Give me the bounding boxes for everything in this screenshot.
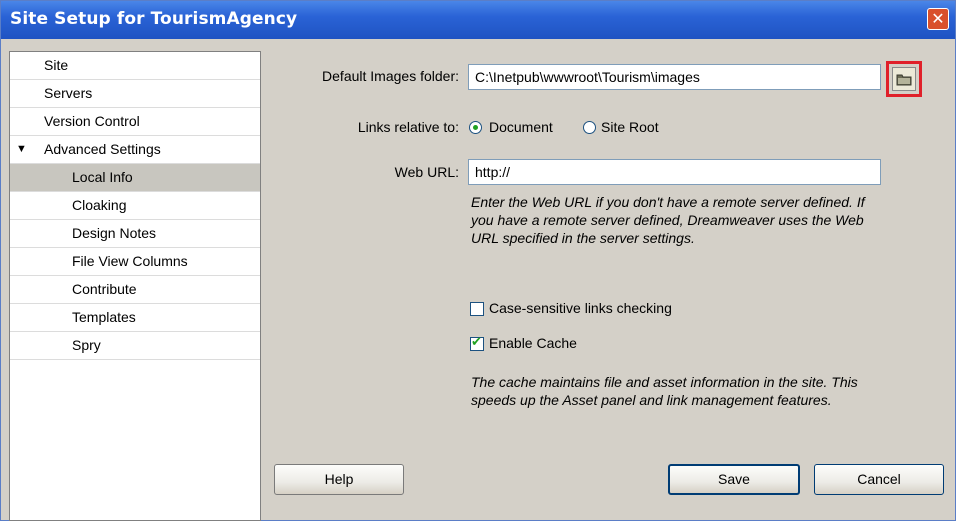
sidebar-item-label: Contribute: [72, 281, 137, 297]
web-url-help-line-1: Enter the Web URL if you don't have a re…: [471, 194, 865, 210]
sidebar-item-label: Cloaking: [72, 197, 127, 213]
cancel-button[interactable]: Cancel: [814, 464, 944, 495]
sidebar-item-local-info[interactable]: Local Info: [10, 164, 260, 192]
close-icon: ✕: [931, 9, 945, 28]
sidebar-item-templates[interactable]: Templates: [10, 304, 260, 332]
enable-cache-label[interactable]: Enable Cache: [489, 335, 577, 351]
web-url-help-line-2: you have a remote server defined, Dreamw…: [471, 212, 864, 228]
web-url-label: Web URL:: [394, 164, 459, 180]
sidebar-item-file-view-columns[interactable]: File View Columns: [10, 248, 260, 276]
sidebar-item-label: File View Columns: [72, 253, 188, 269]
sidebar-item-advanced-settings[interactable]: ▼ Advanced Settings: [10, 136, 260, 164]
sidebar-item-label: Spry: [72, 337, 101, 353]
radio-document-label[interactable]: Document: [489, 119, 553, 135]
sidebar-item-design-notes[interactable]: Design Notes: [10, 220, 260, 248]
sidebar-item-label: Servers: [44, 85, 93, 101]
sidebar-item-label: Site: [44, 57, 69, 73]
sidebar-item-label: Local Info: [72, 169, 133, 185]
folder-button-highlight: [886, 61, 922, 97]
sidebar-item-servers[interactable]: Servers: [10, 80, 260, 108]
case-sensitive-checkbox[interactable]: [470, 302, 484, 316]
help-button[interactable]: Help: [274, 464, 404, 495]
sidebar-item-site[interactable]: Site: [10, 52, 260, 80]
radio-site-root-label[interactable]: Site Root: [601, 119, 659, 135]
enable-cache-checkbox[interactable]: ✔: [470, 335, 484, 351]
expand-arrow-icon[interactable]: ▼: [16, 136, 27, 163]
browse-folder-button[interactable]: [892, 67, 916, 91]
sidebar-item-label: Version Control: [44, 113, 140, 129]
case-sensitive-label[interactable]: Case-sensitive links checking: [489, 300, 672, 316]
checkmark-icon: ✔: [471, 335, 482, 350]
dialog-title: Site Setup for TourismAgency: [10, 9, 298, 29]
default-images-field[interactable]: C:\Inetpub\wwwroot\Tourism\images: [468, 64, 881, 90]
default-images-label: Default Images folder:: [322, 68, 459, 84]
site-setup-dialog: Site Setup for TourismAgency ✕ Site Serv…: [0, 0, 956, 521]
category-sidebar: Site Servers Version Control ▼ Advanced …: [9, 51, 261, 521]
web-url-field[interactable]: http://: [468, 159, 881, 185]
sidebar-item-cloaking[interactable]: Cloaking: [10, 192, 260, 220]
radio-site-root[interactable]: [583, 121, 596, 134]
folder-icon: [896, 74, 912, 86]
title-bar[interactable]: Site Setup for TourismAgency ✕: [1, 1, 955, 39]
radio-document[interactable]: [469, 121, 482, 134]
sidebar-item-version-control[interactable]: Version Control: [10, 108, 260, 136]
web-url-help-line-3: URL specified in the server settings.: [471, 230, 695, 246]
sidebar-item-label: Templates: [72, 309, 136, 325]
sidebar-item-label: Design Notes: [72, 225, 157, 241]
cache-help-line-2: speeds up the Asset panel and link manag…: [471, 392, 832, 408]
save-button[interactable]: Save: [668, 464, 800, 495]
links-relative-label: Links relative to:: [357, 119, 459, 135]
close-button[interactable]: ✕: [927, 8, 949, 30]
sidebar-item-label: Advanced Settings: [44, 141, 161, 157]
cache-help-line-1: The cache maintains file and asset infor…: [471, 374, 858, 390]
radio-selected-dot: [473, 125, 478, 130]
sidebar-item-contribute[interactable]: Contribute: [10, 276, 260, 304]
sidebar-item-spry[interactable]: Spry: [10, 332, 260, 360]
